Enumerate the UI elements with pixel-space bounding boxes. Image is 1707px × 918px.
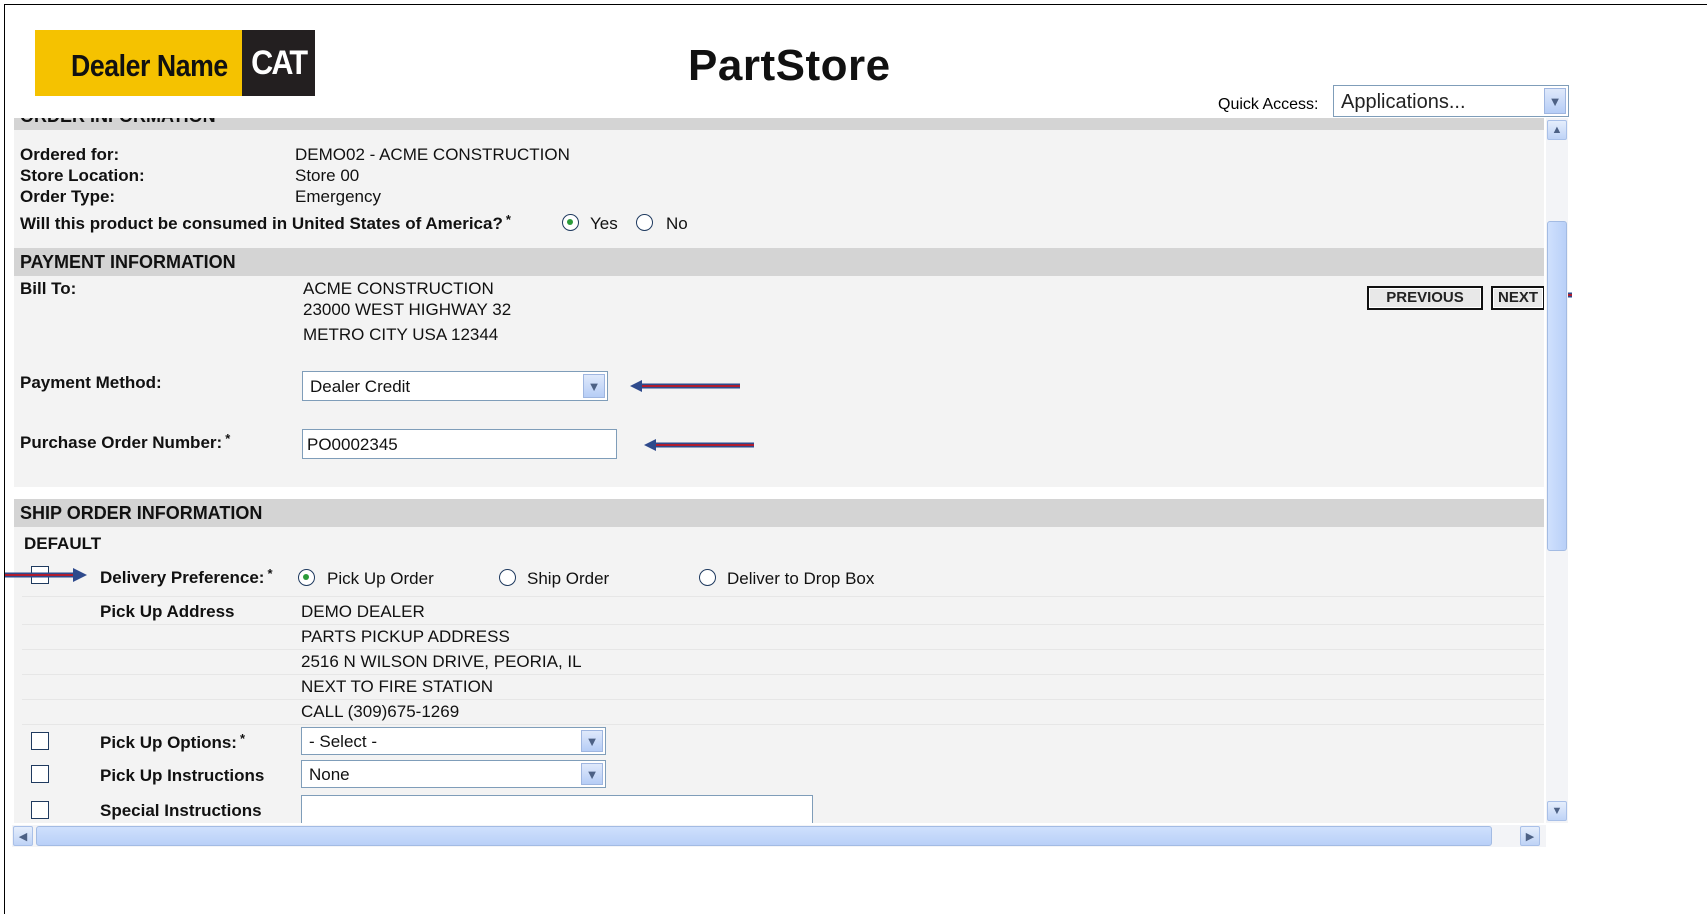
order-type-label: Order Type: [20,187,116,206]
pickup-order-radio[interactable] [298,569,315,586]
horizontal-scroll-thumb[interactable] [36,826,1492,846]
payment-information-header: PAYMENT INFORMATION [14,248,1544,276]
bill-to-line: METRO CITY USA 12344 [303,325,499,344]
next-button[interactable]: NEXT [1491,286,1544,310]
order-type-value: Emergency [295,187,381,206]
required-mark: * [239,731,246,746]
required-mark: * [505,212,511,227]
drop-box-label: Deliver to Drop Box [727,569,875,588]
section-spacer [14,487,1544,499]
pickup-order-label: Pick Up Order [327,569,434,588]
consumed-usa-no-radio[interactable] [636,214,653,231]
chevron-left-icon[interactable]: ◀ [13,826,33,846]
row-divider [22,699,1544,700]
vertical-scrollbar[interactable]: ▲ ▼ [1546,118,1568,823]
special-instructions-checkbox[interactable] [31,801,49,819]
delivery-preference-question: Delivery Preference: * [100,566,273,588]
ordered-for-label: Ordered for: [20,145,120,164]
pickup-instructions-value: None [309,765,350,784]
row-divider [22,649,1544,650]
chevron-down-icon[interactable]: ▼ [1547,801,1567,821]
order-form: ORDER INFORMATION Ordered for: DEMO02 - … [14,118,1544,823]
po-number-label: Purchase Order Number: [20,433,223,452]
previous-button[interactable]: PREVIOUS [1367,286,1483,310]
pickup-instructions-label: Pick Up Instructions [100,766,265,785]
row-divider [22,674,1544,675]
bill-to-label: Bill To: [20,279,77,298]
chevron-down-icon[interactable]: ▼ [583,374,605,398]
pickup-instructions-checkbox[interactable] [31,765,49,783]
pickup-options-label: Pick Up Options: [100,733,237,752]
store-location-value: Store 00 [295,166,360,185]
consumed-usa-yes-radio[interactable] [562,214,579,231]
annotation-arrow-icon [630,380,740,392]
bill-to-line: ACME CONSTRUCTION [303,279,494,298]
logo-dealer-name: Dealer Name [71,48,228,83]
store-location-label: Store Location: [20,166,145,185]
vertical-scroll-thumb[interactable] [1547,221,1567,551]
pickup-address-label: Pick Up Address [100,602,235,621]
special-instructions-input[interactable] [301,795,813,823]
row-divider [22,596,1544,597]
pickup-address-line: DEMO DEALER [301,602,425,621]
po-number-input[interactable]: PO0002345 [302,429,617,459]
pickup-options-value: - Select - [309,732,378,751]
quick-access-select[interactable]: Applications... ▼ [1333,85,1569,117]
payment-method-select[interactable]: Dealer Credit ▼ [302,371,608,401]
ship-order-information-header: SHIP ORDER INFORMATION [14,499,1544,527]
drop-box-radio[interactable] [699,569,716,586]
chevron-right-icon[interactable]: ▶ [1520,826,1540,846]
pickup-address-line: CALL (309)675-1269 [301,702,460,721]
horizontal-scrollbar[interactable]: ◀ ▶ [12,825,1546,847]
ship-order-label: Ship Order [527,569,610,588]
payment-method-label: Payment Method: [20,373,162,392]
required-mark: * [225,431,231,446]
consumed-usa-question: Will this product be consumed in United … [20,212,511,234]
annotation-arrow-icon [644,439,754,451]
consumed-usa-yes-label: Yes [590,214,618,233]
po-number-question: Purchase Order Number: * [20,431,231,453]
quick-access-label: Quick Access: [1218,96,1319,113]
pickup-options-question: Pick Up Options: * [100,731,246,753]
consumed-usa-no-label: No [666,214,688,233]
pickup-address-line: NEXT TO FIRE STATION [301,677,494,696]
pickup-address-line: 2516 N WILSON DRIVE, PEORIA, IL [301,652,582,671]
browser-frame: Dealer Name CAT PartStore Quick Access: … [4,4,1707,914]
chevron-down-icon[interactable]: ▼ [581,763,603,785]
dealer-logo: Dealer Name CAT [35,30,315,96]
chevron-down-icon[interactable]: ▼ [1544,88,1566,114]
default-subsection-title: DEFAULT [24,534,102,553]
delivery-preference-label: Delivery Preference: [100,568,265,587]
payment-method-value: Dealer Credit [310,377,411,396]
consumed-usa-label: Will this product be consumed in United … [20,214,503,233]
row-divider [22,624,1544,625]
required-mark: * [267,566,273,581]
order-information-header: ORDER INFORMATION [14,118,1544,130]
pickup-address-line: PARTS PICKUP ADDRESS [301,627,510,646]
quick-access-value: Applications... [1341,91,1466,113]
page-title: PartStore [688,41,891,90]
ordered-for-value: DEMO02 - ACME CONSTRUCTION [295,145,570,164]
ship-order-radio[interactable] [499,569,516,586]
row-divider [22,724,1544,725]
pickup-options-checkbox[interactable] [31,732,49,750]
cat-logo: CAT [242,30,315,96]
chevron-down-icon[interactable]: ▼ [581,730,603,752]
cat-logo-text: CAT [250,44,308,82]
chevron-up-icon[interactable]: ▲ [1547,120,1567,140]
annotation-arrow-icon [5,568,87,582]
pickup-instructions-select[interactable]: None ▼ [301,760,606,788]
pickup-options-select[interactable]: - Select - ▼ [301,727,606,755]
po-number-value: PO0002345 [307,435,398,454]
bill-to-line: 23000 WEST HIGHWAY 32 [303,300,512,319]
special-instructions-label: Special Instructions [100,801,262,820]
